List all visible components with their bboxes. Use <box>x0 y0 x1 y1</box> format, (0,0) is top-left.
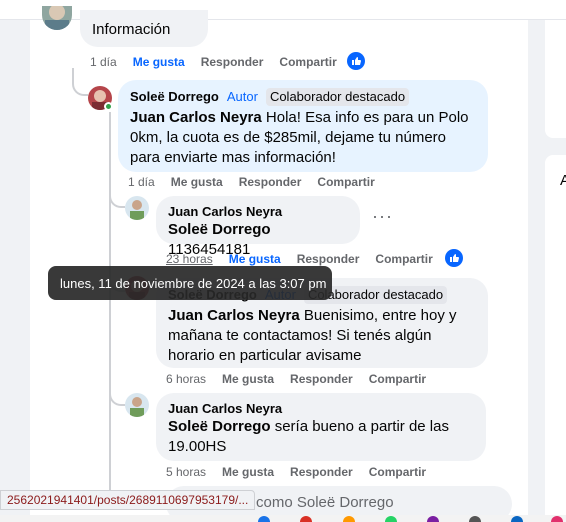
comment-actions: 1 día Me gusta Responder Compartir <box>90 54 337 70</box>
reply-button[interactable]: Responder <box>239 174 302 190</box>
comment-actions: 5 horas Me gusta Responder Compartir <box>166 464 426 480</box>
thread-connector <box>109 380 125 406</box>
comment-author[interactable]: Juan Carlos Neyra <box>168 204 282 220</box>
taskbar-app-icon[interactable] <box>300 516 312 522</box>
reply-button[interactable]: Responder <box>290 464 353 480</box>
like-reaction-icon[interactable] <box>445 249 463 267</box>
link-status-bar: 2562021941401/posts/2689110697953179/... <box>0 490 256 510</box>
comment-body: Soleë Dorrego sería bueno a partir de la… <box>168 417 474 457</box>
taskbar-app-icon[interactable] <box>258 516 270 522</box>
comment-bubble: Soleë Dorrego Autor Colaborador destacad… <box>118 80 488 172</box>
comment-actions: 6 horas Me gusta Responder Compartir <box>166 371 426 387</box>
mention-link[interactable]: Juan Carlos Neyra <box>168 307 300 324</box>
thread-connector <box>109 180 125 208</box>
reply-button[interactable]: Responder <box>201 54 264 70</box>
comment-time-link[interactable]: 6 horas <box>166 371 206 387</box>
share-button[interactable]: Compartir <box>279 54 336 70</box>
comment-author-line: Juan Carlos Neyra <box>168 204 348 220</box>
like-button[interactable]: Me gusta <box>171 174 223 190</box>
comment-author[interactable]: Juan Carlos Neyra <box>168 401 282 417</box>
right-column-heading: A <box>560 172 566 189</box>
right-column-card-2 <box>545 155 566 522</box>
online-status-dot <box>104 102 113 111</box>
comment-author-line: Juan Carlos Neyra <box>168 401 474 417</box>
comment-time-link[interactable]: 23 horas <box>166 251 213 267</box>
comment-body: Juan Carlos Neyra Buenisimo, entre hoy y… <box>168 306 476 366</box>
comment-actions: 1 día Me gusta Responder Compartir <box>128 174 375 190</box>
avatar[interactable] <box>125 196 149 220</box>
like-reaction-icon[interactable] <box>347 52 365 70</box>
comment-bubble: Información <box>80 10 208 47</box>
like-button[interactable]: Me gusta <box>229 251 281 267</box>
share-button[interactable]: Compartir <box>369 371 426 387</box>
comment-bubble: Juan Carlos Neyra Soleë Dorrego 11364541… <box>156 196 360 258</box>
comment-actions: 23 horas Me gusta Responder Compartir <box>166 251 433 267</box>
thread-connector <box>72 68 88 96</box>
more-options-button[interactable]: ··· <box>372 206 393 227</box>
like-button[interactable]: Me gusta <box>133 54 185 70</box>
comment-author[interactable]: Soleë Dorrego <box>130 89 219 105</box>
share-button[interactable]: Compartir <box>369 464 426 480</box>
thread-line <box>109 112 111 492</box>
reply-button[interactable]: Responder <box>297 251 360 267</box>
share-button[interactable]: Compartir <box>317 174 374 190</box>
share-button[interactable]: Compartir <box>375 251 432 267</box>
taskbar-app-icon[interactable] <box>469 516 481 522</box>
taskbar <box>0 515 566 522</box>
comment-author-line: Soleë Dorrego Autor Colaborador destacad… <box>130 88 476 106</box>
mention-link[interactable]: Juan Carlos Neyra <box>130 109 262 126</box>
taskbar-app-icon[interactable] <box>343 516 355 522</box>
mention-link[interactable]: Soleë Dorrego <box>168 418 271 435</box>
mention-link[interactable]: Soleë Dorrego <box>168 221 271 238</box>
comment-bubble: Juan Carlos Neyra Soleë Dorrego sería bu… <box>156 393 486 461</box>
like-button[interactable]: Me gusta <box>222 464 274 480</box>
reply-button[interactable]: Responder <box>290 371 353 387</box>
taskbar-app-icon[interactable] <box>511 516 523 522</box>
avatar[interactable] <box>125 393 149 417</box>
comment-text: Información <box>92 21 171 38</box>
status-badge: Colaborador destacado <box>265 88 410 106</box>
status-url: 2562021941401/posts/2689110697953179/... <box>7 493 249 507</box>
timestamp-tooltip: lunes, 11 de noviembre de 2024 a las 3:0… <box>48 266 332 300</box>
comment-time-link[interactable]: 1 día <box>128 174 155 190</box>
tooltip-text: lunes, 11 de noviembre de 2024 a las 3:0… <box>60 275 327 291</box>
comment-time-link[interactable]: 1 día <box>90 54 117 70</box>
taskbar-app-icon[interactable] <box>551 516 563 522</box>
right-column-card <box>545 20 566 138</box>
like-button[interactable]: Me gusta <box>222 371 274 387</box>
comment-time-link[interactable]: 5 horas <box>166 464 206 480</box>
taskbar-app-icon[interactable] <box>427 516 439 522</box>
taskbar-app-icon[interactable] <box>385 516 397 522</box>
comment-body: Juan Carlos Neyra Hola! Esa info es para… <box>130 108 476 168</box>
author-label: Autor <box>226 89 258 104</box>
